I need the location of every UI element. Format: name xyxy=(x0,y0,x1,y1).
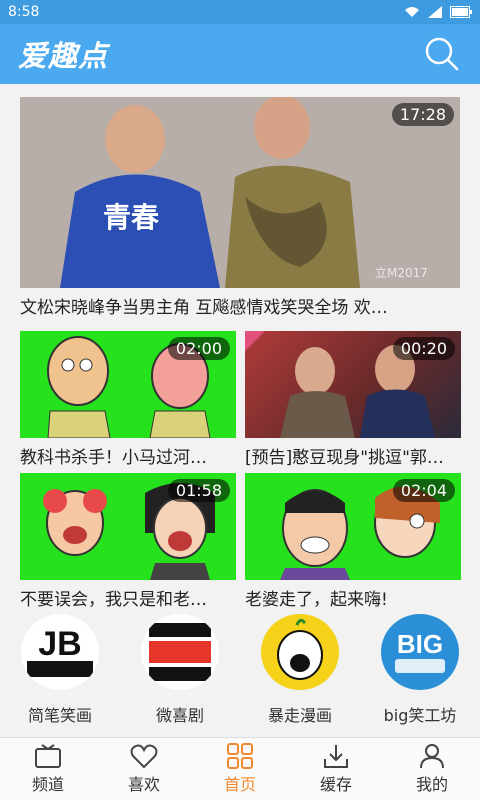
search-button[interactable] xyxy=(422,34,462,74)
user-icon xyxy=(420,744,444,769)
video-duration: 17:28 xyxy=(391,103,454,126)
video-title[interactable]: 不要误会，我只是和老… xyxy=(20,586,236,614)
video-duration: 02:00 xyxy=(167,337,230,360)
channel-baozou[interactable]: 暴走漫画 xyxy=(245,614,355,726)
video-thumbnail[interactable]: 02:04 xyxy=(245,473,461,580)
app-title: 爱趣点 xyxy=(18,39,109,73)
video-title[interactable]: 教科书杀手！小马过河… xyxy=(20,444,236,472)
jacket-text: 青春 xyxy=(103,201,159,234)
search-icon xyxy=(425,37,459,71)
wifi-icon xyxy=(405,7,419,17)
nav-label: 频道 xyxy=(31,775,64,794)
channel-logo[interactable]: JB xyxy=(21,614,99,690)
nav-label: 喜欢 xyxy=(127,775,160,794)
video-duration: 00:20 xyxy=(392,337,455,360)
video-watermark: 立M2017 xyxy=(375,265,428,280)
video-card[interactable]: 02:00 教科书杀手！小马过河… xyxy=(20,331,236,472)
video-card[interactable]: 02:04 老婆走了，起来嗨! xyxy=(245,473,461,614)
channel-label: 暴走漫画 xyxy=(267,706,332,725)
big-logo: BIG xyxy=(395,629,445,673)
channel-label: 微喜剧 xyxy=(155,706,204,725)
video-card[interactable]: 00:20 [预告]憨豆现身"挑逗"郭… xyxy=(245,331,461,472)
jianbi-logo: JB xyxy=(27,625,93,677)
video-thumbnail[interactable]: 02:00 xyxy=(20,331,236,438)
channel-icon xyxy=(35,744,61,768)
signal-icon xyxy=(428,6,442,18)
channel-label: big笑工坊 xyxy=(383,706,457,725)
featured-video-title[interactable]: 文松宋晓峰争当男主角 互飚感情戏笑哭全场 欢… xyxy=(20,294,460,322)
home-grid-icon xyxy=(227,743,253,769)
video-thumbnail[interactable]: 00:20 xyxy=(245,331,461,438)
download-icon xyxy=(324,745,348,768)
video-title[interactable]: [预告]憨豆现身"挑逗"郭… xyxy=(245,444,461,472)
video-duration: 01:58 xyxy=(167,479,230,502)
video-duration: 02:04 xyxy=(392,479,455,502)
nav-channels[interactable]: 频道 xyxy=(0,738,96,800)
bottom-nav: 频道 喜欢 首页 缓存 我的 xyxy=(0,737,480,800)
channel-label: 简笔笑画 xyxy=(27,706,92,725)
nav-label: 首页 xyxy=(223,775,256,794)
battery-icon xyxy=(450,6,472,18)
video-title[interactable]: 老婆走了，起来嗨! xyxy=(245,586,461,614)
video-card[interactable]: 01:58 不要误会，我只是和老… xyxy=(20,473,236,614)
channel-logo[interactable] xyxy=(261,614,339,690)
channel-row: JB 简笔笑画 微喜剧 暴走漫画 BIG big笑工坊 xyxy=(0,614,480,726)
video-thumbnail[interactable]: 01:58 xyxy=(20,473,236,580)
featured-video-scene: 青春 立M2017 xyxy=(20,97,460,288)
svg-text:JB: JB xyxy=(38,625,81,663)
weixiju-logo xyxy=(149,623,211,681)
channel-logo[interactable] xyxy=(141,614,219,690)
nav-downloads[interactable]: 缓存 xyxy=(288,738,384,800)
channel-big[interactable]: BIG big笑工坊 xyxy=(365,614,475,726)
app-bar: 爱趣点 xyxy=(0,24,480,84)
status-time: 8:58 xyxy=(8,4,40,20)
heart-icon xyxy=(130,744,158,769)
nav-profile[interactable]: 我的 xyxy=(384,738,480,800)
home-feed: 青春 立M2017 17:28 文松宋晓峰争当男主角 互飚感情戏笑哭全场 欢… … xyxy=(0,84,480,734)
nav-home[interactable]: 首页 xyxy=(192,738,288,800)
featured-video-thumbnail[interactable]: 青春 立M2017 17:28 xyxy=(20,97,460,288)
status-bar: 8:58 xyxy=(0,0,480,24)
channel-logo[interactable]: BIG xyxy=(381,614,459,690)
nav-label: 我的 xyxy=(415,775,448,794)
nav-favorites[interactable]: 喜欢 xyxy=(96,738,192,800)
channel-jianbi[interactable]: JB 简笔笑画 xyxy=(5,614,115,726)
nav-label: 缓存 xyxy=(319,775,352,794)
baozou-logo xyxy=(277,618,323,680)
featured-video-card[interactable]: 青春 立M2017 17:28 文松宋晓峰争当男主角 互飚感情戏笑哭全场 欢… xyxy=(20,97,460,322)
svg-text:BIG: BIG xyxy=(397,629,443,659)
channel-weixiju[interactable]: 微喜剧 xyxy=(125,614,235,726)
